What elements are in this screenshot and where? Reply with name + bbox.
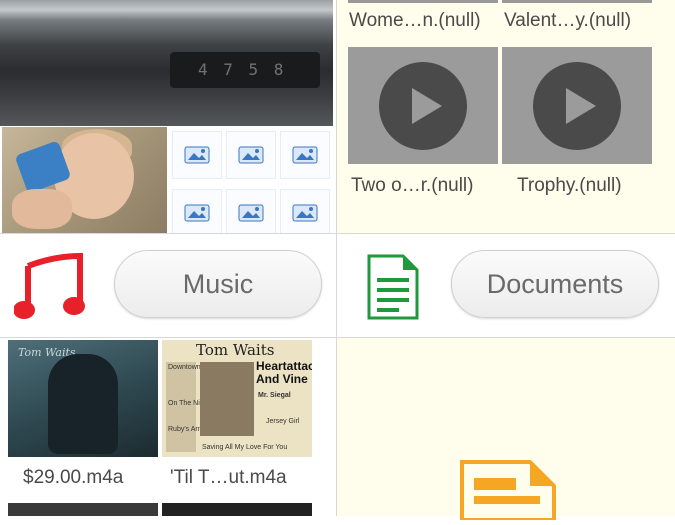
album-art[interactable]: Tom Waits Downtown On The Nickel Ruby's … xyxy=(162,340,312,457)
music-item-label[interactable]: $29.00.m4a xyxy=(23,467,123,489)
image-placeholder-icon xyxy=(172,189,222,233)
album-figure xyxy=(48,354,118,454)
documents-button[interactable]: Documents xyxy=(451,250,659,318)
album-track: Saving All My Love For You xyxy=(202,444,288,451)
play-icon xyxy=(533,61,621,150)
album-art[interactable] xyxy=(8,503,158,516)
baby-photo[interactable] xyxy=(2,127,167,233)
album-headline: Heartattack And Vine xyxy=(256,359,312,386)
music-button[interactable]: Music xyxy=(114,250,322,318)
album-art[interactable]: Tom Waits xyxy=(8,340,158,457)
clock-digits: 4 7 5 8 xyxy=(198,60,287,79)
album-track: Jersey Girl xyxy=(266,418,300,425)
image-placeholder-icon xyxy=(226,131,276,179)
newspaper-column xyxy=(166,362,196,452)
hand xyxy=(12,189,72,229)
video-thumb-edge xyxy=(502,0,652,3)
album-art[interactable] xyxy=(162,503,312,516)
document-icon xyxy=(367,254,419,320)
album-photo xyxy=(200,362,254,436)
dashboard-photo[interactable]: 4 7 5 8 xyxy=(0,0,333,126)
video-label[interactable]: Trophy.(null) xyxy=(517,175,622,197)
image-placeholder-icon xyxy=(280,131,330,179)
video-label[interactable]: Two o…r.(null) xyxy=(351,175,473,197)
image-placeholder-icon xyxy=(172,131,222,179)
image-placeholder-grid[interactable] xyxy=(170,127,333,233)
divider xyxy=(0,233,675,234)
music-note-icon xyxy=(13,252,88,322)
album-track: Mr. Siegal xyxy=(258,392,291,399)
slideshow-doc-icon[interactable] xyxy=(460,460,556,522)
album-track: Downtown xyxy=(168,364,201,371)
video-label[interactable]: Wome…n.(null) xyxy=(349,10,481,32)
image-placeholder-icon xyxy=(226,189,276,233)
play-icon xyxy=(379,61,467,150)
video-thumbnail[interactable] xyxy=(502,47,652,164)
video-label[interactable]: Valent…y.(null) xyxy=(504,10,631,32)
clock-display: 4 7 5 8 xyxy=(170,52,320,88)
divider xyxy=(0,337,675,338)
music-item-label[interactable]: 'Til T…ut.m4a xyxy=(170,467,287,489)
image-placeholder-icon xyxy=(280,189,330,233)
album-title: Tom Waits xyxy=(196,341,275,359)
video-thumbnail[interactable] xyxy=(348,47,498,164)
video-thumb-edge xyxy=(348,0,498,3)
divider xyxy=(336,0,337,516)
